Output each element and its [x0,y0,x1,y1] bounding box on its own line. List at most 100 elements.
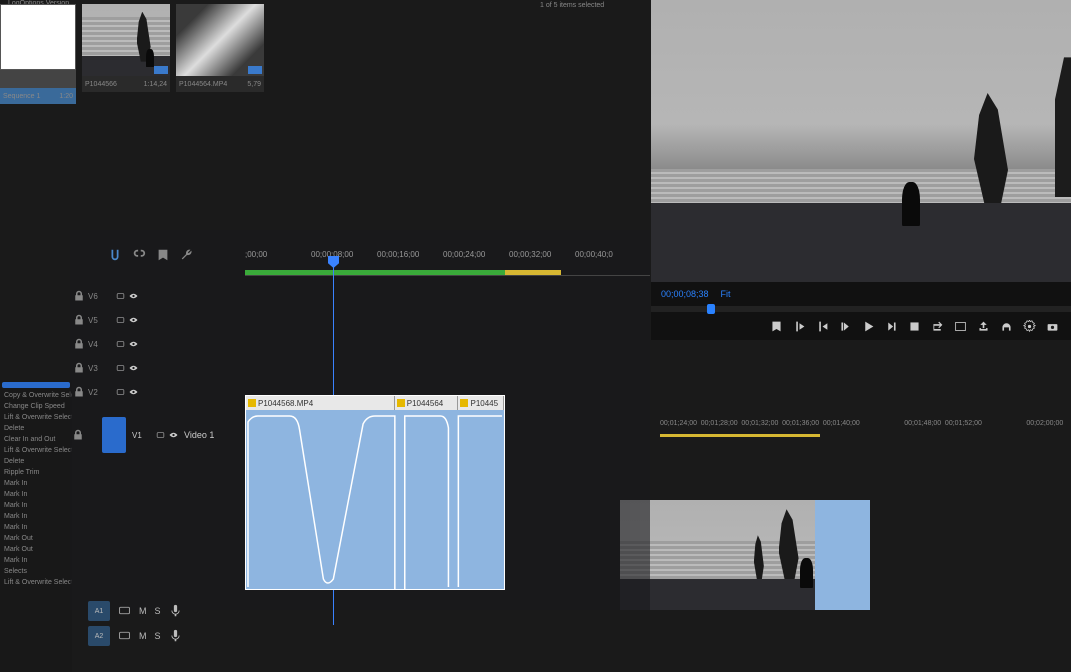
source-clip-selection[interactable] [815,500,870,610]
track-v6[interactable]: V6 [70,286,650,306]
context-menu: Copy & Overwrite Selection Change Clip S… [0,380,72,672]
lock-icon[interactable] [70,362,88,374]
work-area-yellow[interactable] [505,270,561,275]
target-icon[interactable] [116,385,125,399]
track-label: V6 [88,292,116,301]
step-back-icon[interactable] [839,320,852,333]
track-a1[interactable]: A1 M S [88,600,182,622]
target-icon[interactable] [116,289,125,303]
lock-icon[interactable] [72,429,84,441]
mic-icon[interactable] [169,604,182,617]
program-scrubber[interactable] [651,306,1071,312]
fx-badge-icon[interactable] [248,399,256,407]
target-icon[interactable] [116,361,125,375]
project-thumb[interactable]: P1044564.MP45,79 [176,4,264,110]
track-v1[interactable]: V1 Video 1 [70,415,214,455]
track-v3[interactable]: V3 [70,358,650,378]
menu-item[interactable]: Mark In [0,511,72,522]
mic-icon[interactable] [169,629,182,642]
step-fwd-icon[interactable] [885,320,898,333]
clip-segment[interactable]: P1044568.MP4 [246,396,395,410]
eye-icon[interactable] [129,337,138,351]
solo-button[interactable]: S [155,631,161,641]
safe-icon[interactable] [954,320,967,333]
track-label: V1 [132,431,154,440]
menu-item[interactable]: Delete [0,423,72,434]
menu-item[interactable]: Copy & Overwrite Selection [0,390,72,401]
marker-icon[interactable] [770,320,783,333]
menu-item[interactable]: Clear In and Out [0,434,72,445]
timeline-ruler[interactable]: ;00;00 00;00;08;00 00;00;16;00 00;00;24;… [245,250,650,276]
lower-work-area[interactable] [660,434,820,437]
menu-item[interactable]: Mark Out [0,544,72,555]
lock-icon[interactable] [70,386,88,398]
playhead-handle[interactable] [328,256,339,268]
menu-item[interactable]: Mark Out [0,533,72,544]
menu-item[interactable]: Mark In [0,555,72,566]
menu-item[interactable]: Lift & Overwrite Selection [0,445,72,456]
in-icon[interactable] [793,320,806,333]
timeline-clips[interactable]: P1044568.MP4 P1044564 P10445 [245,395,505,590]
menu-item[interactable]: Delete [0,456,72,467]
eye-icon[interactable] [129,313,138,327]
panel-slider[interactable] [2,382,70,388]
track-v4[interactable]: V4 [70,334,650,354]
out-icon[interactable] [816,320,829,333]
headphones-icon[interactable] [1000,320,1013,333]
project-thumb[interactable]: P10445661:14,24 [82,4,170,110]
target-icon[interactable] [116,313,125,327]
thumb-image [82,4,170,76]
eye-icon[interactable] [169,428,178,442]
menu-item[interactable]: Mark In [0,489,72,500]
thumb-dur: 1:20 [59,93,73,100]
menu-item[interactable]: Lift & Overwrite Selection [0,412,72,423]
fx-badge-icon[interactable] [460,399,468,407]
menu-item[interactable]: Ripple Trim [0,467,72,478]
target-icon[interactable] [118,604,131,617]
snap-icon[interactable] [108,248,122,265]
lock-icon[interactable] [70,290,88,302]
target-icon[interactable] [156,428,165,442]
scrub-knob[interactable] [707,304,715,314]
play-icon[interactable] [862,320,875,333]
mute-button[interactable]: M [139,606,147,616]
stop-icon[interactable] [908,320,921,333]
target-icon[interactable] [118,629,131,642]
solo-button[interactable]: S [155,606,161,616]
program-fit[interactable]: Fit [721,289,731,299]
clip-segment[interactable]: P1044564 [395,396,459,410]
project-thumb[interactable]: Sequence 11:20 [0,4,76,110]
eye-icon[interactable] [129,385,138,399]
menu-item[interactable]: Lift & Overwrite Selection [0,577,72,588]
audio-source-patch[interactable]: A2 [88,626,110,646]
camera-icon[interactable] [1046,320,1059,333]
target-icon[interactable] [116,337,125,351]
ruler-tick [864,420,905,438]
ruler-tick: 00;00;32;00 [509,250,551,259]
link-icon[interactable] [132,248,146,265]
eye-icon[interactable] [129,289,138,303]
export-icon[interactable] [977,320,990,333]
mute-button[interactable]: M [139,631,147,641]
audio-source-patch[interactable]: A1 [88,601,110,621]
lock-icon[interactable] [70,338,88,350]
track-a2[interactable]: A2 M S [88,625,182,647]
settings-icon[interactable] [1023,320,1036,333]
marker-tool-icon[interactable] [156,248,170,265]
track-v5[interactable]: V5 [70,310,650,330]
time-remap-curve[interactable] [246,410,504,589]
program-canvas[interactable] [651,0,1071,282]
menu-item[interactable]: Change Clip Speed [0,401,72,412]
track-source-patch[interactable] [102,417,126,453]
menu-item[interactable]: Selects [0,566,72,577]
fx-badge-icon[interactable] [397,399,405,407]
program-timecode[interactable]: 00;00;08;38 [661,289,709,299]
work-area-green[interactable] [245,270,505,275]
menu-item[interactable]: Mark In [0,522,72,533]
wrench-icon[interactable] [180,248,194,265]
menu-item[interactable]: Mark In [0,500,72,511]
loop-icon[interactable] [931,320,944,333]
lock-icon[interactable] [70,314,88,326]
menu-item[interactable]: Mark In [0,478,72,489]
clip-segment[interactable]: P10445 [458,396,504,410]
